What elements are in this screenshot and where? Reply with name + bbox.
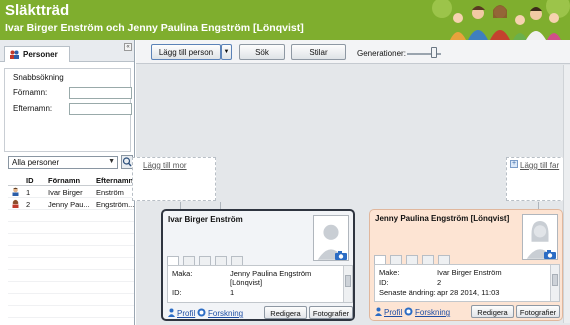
persons-panel: Personer « Snabbsökning Förnamn: Efterna…	[0, 40, 135, 325]
collapse-panel-button[interactable]: «	[124, 43, 132, 51]
persons-table: ID Förnamn Efternamn 1 Ivar Birger Enstr…	[8, 174, 134, 325]
table-row[interactable]: 1 Ivar Birger Enström	[8, 186, 134, 198]
profile-link[interactable]: Profil	[177, 309, 195, 318]
persons-icon	[10, 50, 19, 59]
empty-row	[8, 258, 134, 270]
research-link[interactable]: Forskning	[415, 308, 450, 317]
person-filter-value: Alla personer	[12, 158, 60, 167]
person-card-jenny[interactable]: Jenny Paulina Engström [Lönqvist] Make: …	[369, 209, 563, 321]
detail-label: Make:	[379, 268, 400, 277]
details-scrollbar[interactable]	[343, 266, 352, 302]
research-link[interactable]: Forskning	[208, 309, 243, 318]
detail-label: Maka:	[172, 269, 193, 278]
detail-label: Senaste ändring:	[379, 288, 436, 297]
panel-tabbar: Personer «	[0, 40, 134, 62]
empty-row	[8, 270, 134, 282]
profile-icon	[168, 308, 175, 317]
add-person-menu-button[interactable]: ▼	[221, 44, 232, 60]
quick-search-group: Snabbsökning Förnamn: Efternamn:	[4, 68, 132, 152]
add-person-button[interactable]: Lägg till person	[151, 44, 221, 60]
edit-button[interactable]: Redigera	[471, 305, 514, 318]
generations-label: Generationer:	[357, 49, 406, 58]
chevron-down-icon: ▼	[223, 49, 230, 55]
female-person-icon	[12, 199, 19, 208]
table-header: ID Förnamn Efternamn	[8, 174, 134, 186]
research-icon	[404, 307, 413, 316]
person-name: Jenny Paulina Engström [Lönqvist]	[375, 214, 510, 223]
table-row[interactable]: 2 Jenny Pau... Engström...	[8, 198, 134, 210]
detail-value: [Lönqvist]	[230, 278, 263, 287]
photos-button[interactable]: Fotografier	[309, 306, 353, 319]
detail-label: ID:	[172, 288, 182, 297]
empty-row	[8, 222, 134, 234]
empty-row	[8, 306, 134, 318]
app-title: Släktträd	[5, 2, 70, 19]
cell-id: 2	[26, 200, 31, 209]
last-name-input[interactable]	[69, 103, 132, 115]
add-father-link[interactable]: Lägg till far	[520, 161, 559, 170]
cell-last-name: Engström...	[96, 200, 135, 209]
detail-value[interactable]: Ivar Birger Enström	[437, 268, 502, 277]
cell-first-name: Jenny Pau...	[48, 200, 90, 209]
generations-slider-thumb[interactable]	[431, 47, 438, 58]
camera-icon[interactable]	[335, 251, 347, 260]
profile-icon	[375, 307, 382, 316]
chevron-down-icon: ▼	[108, 158, 115, 165]
edit-button[interactable]: Redigera	[264, 306, 307, 319]
cell-first-name: Ivar Birger	[48, 188, 83, 197]
add-mother-box[interactable]: Lägg till mor	[132, 157, 216, 201]
tab-persons-label: Personer	[23, 50, 58, 59]
cell-last-name: Enström	[96, 188, 124, 197]
first-name-label: Förnamn:	[13, 88, 48, 97]
detail-value: apr 28 2014, 11:03	[437, 288, 500, 297]
first-name-input[interactable]	[69, 87, 132, 99]
styles-button[interactable]: Stilar	[291, 44, 346, 60]
column-header-first-name[interactable]: Förnamn	[48, 176, 80, 185]
empty-row	[8, 282, 134, 294]
tree-toolbar: Lägg till person ▼ Sök Stilar Generation…	[136, 40, 570, 64]
person-name: Ivar Birger Enström	[168, 215, 243, 224]
column-header-id[interactable]: ID	[26, 176, 34, 185]
detail-value: 1	[230, 288, 235, 297]
last-name-label: Efternamn:	[13, 104, 53, 113]
tree-area: Lägg till person ▼ Sök Stilar Generation…	[132, 40, 570, 325]
person-card-ivar[interactable]: Ivar Birger Enström Maka: Jenny Paulina …	[161, 209, 355, 321]
empty-row	[8, 318, 134, 325]
detail-value[interactable]: Jenny Paulina Engström	[230, 269, 311, 278]
profile-link[interactable]: Profil	[384, 308, 402, 317]
app-header: Släktträd Ivar Birger Enström och Jenny …	[0, 0, 570, 40]
camera-icon[interactable]	[544, 250, 556, 259]
search-icon	[122, 157, 132, 167]
scrollbar-thumb[interactable]	[552, 274, 558, 286]
person-filter-select[interactable]: Alla personer ▼	[8, 156, 118, 169]
quick-search-title: Snabbsökning	[13, 73, 64, 82]
cell-id: 1	[26, 188, 31, 197]
tab-persons[interactable]: Personer	[4, 46, 70, 62]
male-person-icon	[12, 187, 19, 196]
empty-row	[8, 210, 134, 222]
add-father-box[interactable]: + Lägg till far	[506, 157, 570, 201]
detail-label: ID:	[379, 278, 389, 287]
add-mother-link[interactable]: Lägg till mor	[143, 161, 187, 170]
empty-row	[8, 246, 134, 258]
detail-value: 2	[437, 278, 442, 287]
plus-icon: +	[510, 160, 518, 168]
empty-row	[8, 234, 134, 246]
details-scrollbar[interactable]	[550, 265, 559, 301]
search-button[interactable]: Sök	[239, 44, 285, 60]
tree-subtitle: Ivar Birger Enström och Jenny Paulina En…	[5, 22, 304, 34]
scrollbar-thumb[interactable]	[345, 275, 351, 287]
research-icon	[197, 308, 206, 317]
person-details: Maka: Jenny Paulina Engström [Lönqvist] …	[167, 265, 353, 303]
family-illustration	[432, 0, 570, 40]
column-header-last-name[interactable]: Efternamn	[96, 176, 133, 185]
empty-row	[8, 294, 134, 306]
tree-scrollbar[interactable]	[563, 65, 570, 323]
person-details: Make: Ivar Birger Enström ID: 2 Senaste …	[374, 264, 560, 302]
photos-button[interactable]: Fotografier	[516, 305, 560, 318]
